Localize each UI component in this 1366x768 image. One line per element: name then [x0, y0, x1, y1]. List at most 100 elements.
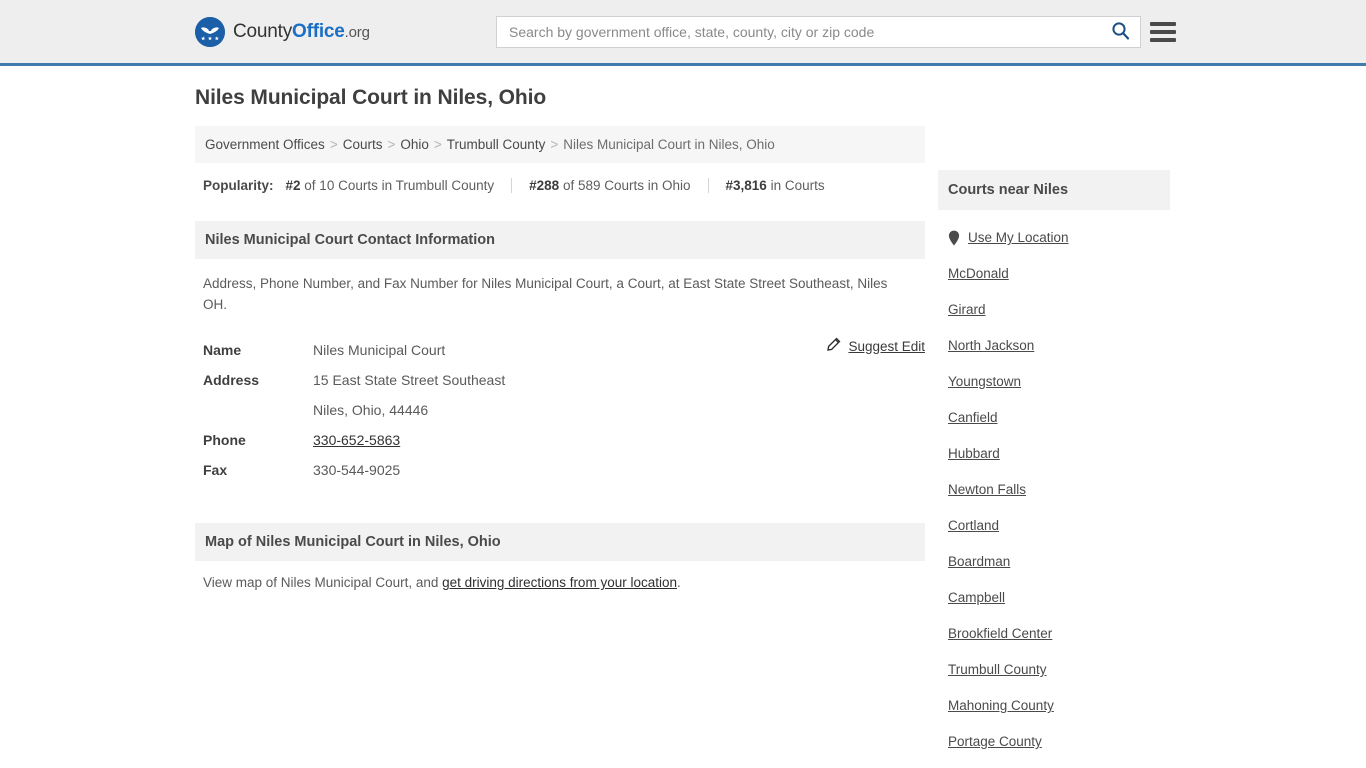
- detail-key-blank: [203, 395, 313, 425]
- sidebar-item-girard[interactable]: Girard: [948, 292, 1160, 328]
- site-header: CountyOffice.org: [0, 0, 1366, 66]
- detail-row-address: Address 15 East State Street Southeast: [203, 365, 917, 395]
- contact-section-heading: Niles Municipal Court Contact Informatio…: [195, 221, 925, 259]
- detail-value-address-line1: 15 East State Street Southeast: [313, 372, 506, 388]
- suggest-edit-link[interactable]: Suggest Edit: [848, 339, 925, 354]
- eagle-shield-logo-icon: [195, 16, 225, 47]
- popularity-rank-county-value: #2: [285, 178, 301, 193]
- sidebar-item-portage-county[interactable]: Portage County: [948, 724, 1160, 760]
- sidebar-link[interactable]: Girard: [948, 292, 986, 328]
- sidebar-link[interactable]: Campbell: [948, 580, 1005, 616]
- popularity-divider: [511, 178, 513, 193]
- sidebar-item-newton-falls[interactable]: Newton Falls: [948, 472, 1160, 508]
- breadcrumb-item-trumbull-county[interactable]: Trumbull County: [447, 137, 546, 152]
- map-section-description: View map of Niles Municipal Court, and g…: [195, 561, 925, 604]
- menu-bar-3: [1150, 37, 1176, 42]
- sidebar-item-mcdonald[interactable]: McDonald: [948, 256, 1160, 292]
- detail-key-name: Name: [203, 342, 242, 358]
- contact-details-table: Suggest Edit Name Niles Municipal Court …: [195, 335, 925, 485]
- breadcrumb-item-ohio[interactable]: Ohio: [400, 137, 429, 152]
- sidebar-item-lawrence-county[interactable]: Lawrence County: [948, 760, 1160, 768]
- sidebar-link[interactable]: North Jackson: [948, 328, 1034, 364]
- brand-office: Office: [292, 20, 345, 42]
- popularity-rank-state-value: #288: [529, 178, 560, 193]
- sidebar-link[interactable]: Portage County: [948, 724, 1042, 760]
- popularity-divider: [707, 178, 709, 193]
- map-section-heading: Map of Niles Municipal Court in Niles, O…: [195, 523, 925, 561]
- main-content: Niles Municipal Court in Niles, Ohio Gov…: [195, 86, 925, 604]
- detail-value-name: Niles Municipal Court: [313, 342, 446, 358]
- sidebar-link[interactable]: Canfield: [948, 400, 998, 436]
- menu-bar-1: [1150, 21, 1176, 26]
- detail-key-fax: Fax: [203, 462, 228, 478]
- brand-county: County: [233, 20, 293, 42]
- sidebar-item-brookfield-center[interactable]: Brookfield Center: [948, 616, 1160, 652]
- detail-row-address-line2: Niles, Ohio, 44446: [203, 395, 917, 425]
- driving-directions-link[interactable]: get driving directions from your locatio…: [442, 575, 677, 590]
- sidebar-item-canfield[interactable]: Canfield: [948, 400, 1160, 436]
- brand-org: .org: [344, 23, 370, 41]
- sidebar-link[interactable]: Newton Falls: [948, 472, 1026, 508]
- map-desc-suffix: .: [676, 575, 681, 590]
- sidebar-link[interactable]: Brookfield Center: [948, 616, 1052, 652]
- breadcrumb-current: Niles Municipal Court in Niles, Ohio: [563, 137, 775, 152]
- popularity-rank-county: #2 of 10 Courts in Trumbull County: [286, 178, 495, 193]
- popularity-rank-county-text: of 10 Courts in Trumbull County: [300, 178, 495, 193]
- breadcrumb-item-government-offices[interactable]: Government Offices: [205, 137, 325, 152]
- breadcrumb-separator: >: [550, 137, 559, 152]
- map-desc-prefix: View map of Niles Municipal Court, and: [203, 575, 443, 590]
- search-bar[interactable]: [496, 15, 1141, 48]
- sidebar-item-north-jackson[interactable]: North Jackson: [948, 328, 1160, 364]
- detail-key-phone: Phone: [203, 432, 246, 448]
- detail-value-address-line2: Niles, Ohio, 44446: [313, 402, 429, 418]
- popularity-label: Popularity:: [203, 178, 274, 193]
- suggest-edit-control[interactable]: Suggest Edit: [826, 337, 925, 355]
- site-logo-link[interactable]: CountyOffice.org: [195, 16, 370, 47]
- breadcrumb-separator: >: [433, 137, 442, 152]
- site-logo-text: CountyOffice.org: [233, 21, 370, 43]
- breadcrumb: Government Offices > Courts > Ohio > Trumbull …: [195, 126, 925, 163]
- sidebar-item-cortland[interactable]: Cortland: [948, 508, 1160, 544]
- breadcrumb-separator: >: [387, 137, 396, 152]
- sidebar-list: Use My Location McDonald Girard North Ja…: [938, 210, 1170, 768]
- popularity-row: Popularity: #2 of 10 Courts in Trumbull …: [195, 163, 925, 207]
- sidebar-link[interactable]: Youngstown: [948, 364, 1021, 400]
- popularity-rank-state: #288 of 589 Courts in Ohio: [529, 178, 690, 193]
- breadcrumb-item-courts[interactable]: Courts: [343, 137, 383, 152]
- sidebar-item-use-my-location[interactable]: Use My Location: [948, 220, 1160, 256]
- detail-value-phone: 330-652-5863: [313, 425, 400, 455]
- popularity-rank-state-text: of 589 Courts in Ohio: [559, 178, 691, 193]
- sidebar-link[interactable]: Boardman: [948, 544, 1010, 580]
- sidebar-item-hubbard[interactable]: Hubbard: [948, 436, 1160, 472]
- menu-bar-2: [1150, 29, 1176, 34]
- map-pin-icon: [948, 230, 960, 246]
- sidebar-link[interactable]: Hubbard: [948, 436, 1000, 472]
- search-input[interactable]: [507, 16, 1107, 47]
- sidebar-link[interactable]: McDonald: [948, 256, 1009, 292]
- detail-value-fax: 330-544-9025: [313, 462, 401, 478]
- sidebar-link[interactable]: Mahoning County: [948, 688, 1054, 724]
- popularity-rank-overall-text: in Courts: [766, 178, 825, 193]
- use-my-location-link[interactable]: Use My Location: [968, 220, 1069, 256]
- sidebar-link[interactable]: Lawrence County: [948, 760, 1053, 768]
- sidebar-item-youngstown[interactable]: Youngstown: [948, 364, 1160, 400]
- detail-row-phone: Phone 330-652-5863: [203, 425, 917, 455]
- popularity-rank-overall-value: #3,816: [725, 178, 767, 193]
- phone-link[interactable]: 330-652-5863: [313, 432, 400, 448]
- sidebar-item-boardman[interactable]: Boardman: [948, 544, 1160, 580]
- breadcrumb-separator: >: [329, 137, 338, 152]
- sidebar-link[interactable]: Cortland: [948, 508, 999, 544]
- detail-row-name: Name Niles Municipal Court: [203, 335, 917, 365]
- sidebar-item-mahoning-county[interactable]: Mahoning County: [948, 688, 1160, 724]
- sidebar-item-trumbull-county[interactable]: Trumbull County: [948, 652, 1160, 688]
- sidebar-link[interactable]: Trumbull County: [948, 652, 1047, 688]
- detail-key-address: Address: [203, 372, 260, 388]
- contact-section-description: Address, Phone Number, and Fax Number fo…: [203, 276, 888, 312]
- hamburger-menu-icon[interactable]: [1150, 20, 1176, 44]
- page-title: Niles Municipal Court in Niles, Ohio: [195, 86, 547, 109]
- popularity-rank-overall: #3,816 in Courts: [726, 178, 825, 193]
- sidebar: Courts near Niles Use My Location McDona…: [938, 170, 1170, 768]
- search-button[interactable]: [1107, 21, 1134, 43]
- sidebar-item-campbell[interactable]: Campbell: [948, 580, 1160, 616]
- sidebar-heading: Courts near Niles: [938, 170, 1170, 210]
